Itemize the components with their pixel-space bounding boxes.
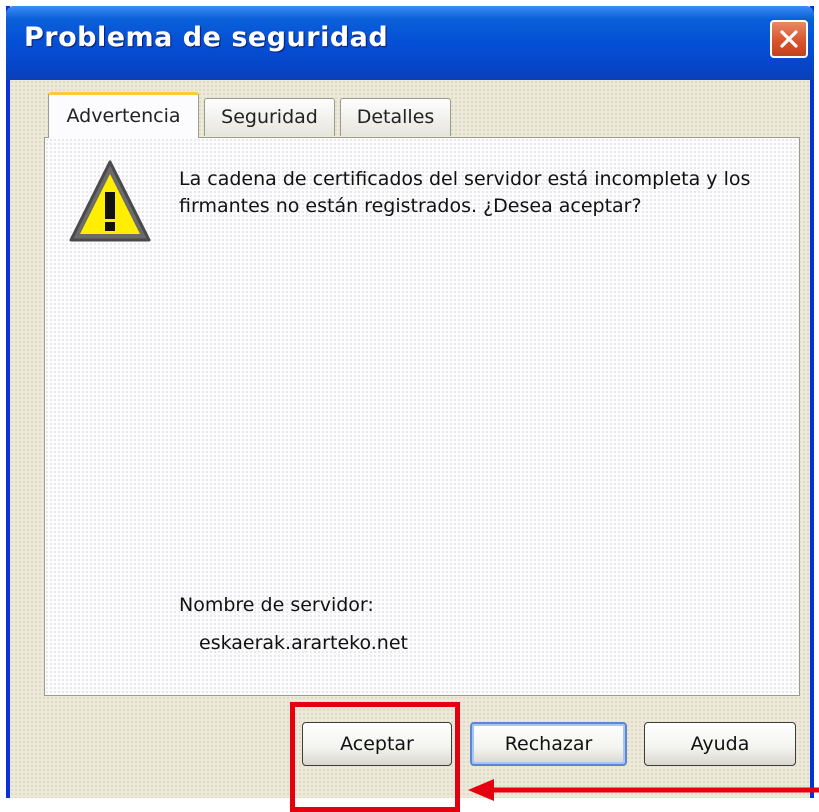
tab-advertencia[interactable]: Advertencia [48,92,199,138]
tab-seguridad[interactable]: Seguridad [204,98,335,136]
title-bar[interactable]: Problema de seguridad [6,6,814,80]
warning-icon [69,160,151,242]
server-name-value: eskaerak.ararteko.net [199,632,408,654]
tab-detalles[interactable]: Detalles [340,98,451,136]
warning-message: La cadena de certificados del servidor e… [179,168,751,217]
annotation-highlight-box [290,702,460,812]
close-button[interactable] [770,20,808,58]
reject-button[interactable]: Rechazar [470,722,627,766]
window-title: Problema de seguridad [24,22,389,53]
arrow-left-icon [468,779,819,801]
tab-panel: La cadena de certificados del servidor e… [44,137,800,696]
security-dialog: Problema de seguridad Advertencia Seguri… [6,6,814,798]
dialog-body: Advertencia Seguridad Detalles La cadena… [10,80,810,798]
help-button[interactable]: Ayuda [644,722,796,766]
server-name-label: Nombre de servidor: [179,594,374,616]
close-icon [780,30,798,48]
